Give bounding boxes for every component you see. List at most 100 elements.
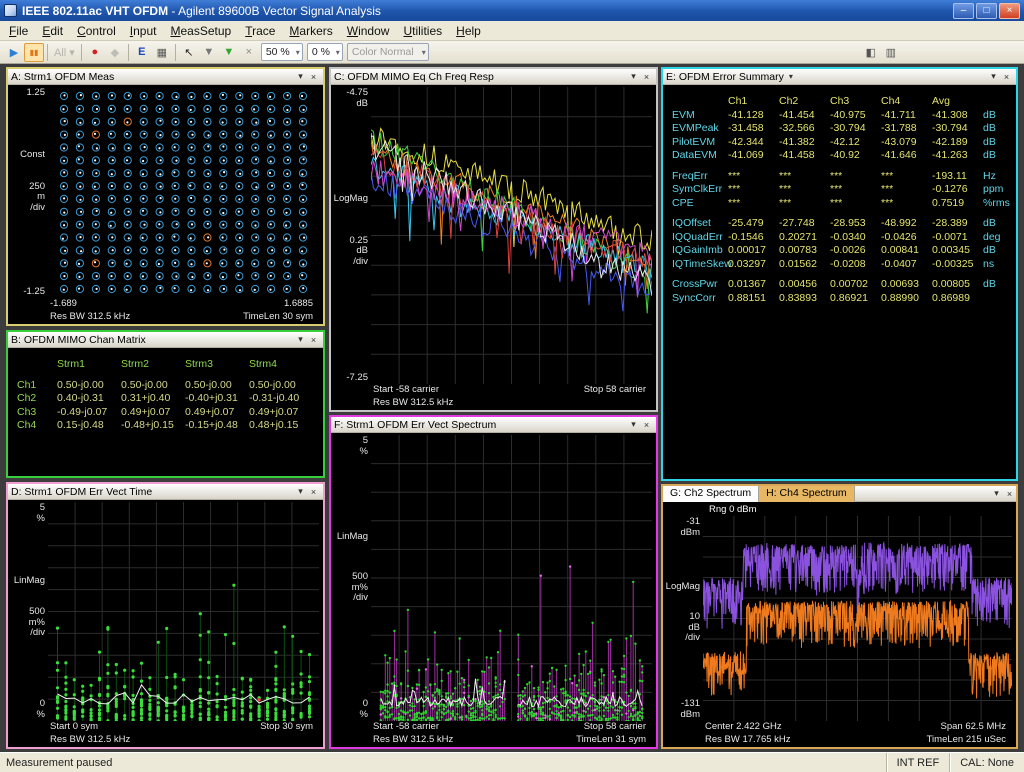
table-cell: -0.0208 <box>830 258 881 272</box>
tab-ch4-spectrum[interactable]: H: Ch4 Spectrum <box>759 486 855 502</box>
constellation-plot[interactable] <box>48 87 319 298</box>
menu-item-window[interactable]: Window <box>340 22 397 40</box>
table-cell: -0.1546 <box>728 231 779 245</box>
panel-b-titlebar[interactable]: B: OFDM MIMO Chan Matrix ▾ × <box>8 332 323 348</box>
marker-clear-button[interactable]: × <box>239 43 259 62</box>
table-cell: dB <box>983 149 1011 163</box>
spectrum-plot[interactable] <box>703 516 1012 721</box>
table-header-cell: Ch2 <box>779 95 830 109</box>
table-cell: 0.7519 <box>932 197 983 211</box>
table-cell: -41.382 <box>779 136 830 150</box>
layout-grid-button[interactable]: ▦ <box>152 43 172 62</box>
marker-peak-button[interactable]: ▼ <box>219 43 239 62</box>
x-axis-start-label: Start 0 sym <box>50 721 98 734</box>
panel-g-menu-icon[interactable]: ▾ <box>990 488 1003 499</box>
table-cell: 0.48+j0.15 <box>249 419 313 433</box>
table-cell: -0.15+j0.48 <box>185 419 249 433</box>
table-cell: IQQuadErr <box>672 231 728 245</box>
marker-move-button[interactable]: ▼ <box>199 43 219 62</box>
panel-c-menu-icon[interactable]: ▾ <box>627 71 640 82</box>
panel-d-title: D: Strm1 OFDM Err Vect Time <box>11 486 152 498</box>
menu-item-edit[interactable]: Edit <box>35 22 70 40</box>
menu-item-file[interactable]: File <box>2 22 35 40</box>
panel-c-close-icon[interactable]: × <box>640 72 653 82</box>
panel-d-close-icon[interactable]: × <box>307 487 320 497</box>
panel-c-titlebar[interactable]: C: OFDM MIMO Eq Ch Freq Resp ▾ × <box>331 69 656 85</box>
menu-item-control[interactable]: Control <box>70 22 123 40</box>
panel-ofdm-error-summary: E: OFDM Error Summary ▾ ▾ × Ch1Ch2Ch3Ch4… <box>661 67 1018 481</box>
menu-item-meassetup[interactable]: MeasSetup <box>163 22 238 40</box>
panel-a-titlebar[interactable]: A: Strm1 OFDM Meas ▾ × <box>8 69 323 85</box>
y-axis-format-label: Const <box>20 150 45 161</box>
panel-f-close-icon[interactable]: × <box>640 420 653 430</box>
table-cell: -0.48+j0.15 <box>121 419 185 433</box>
timelen-label: TimeLen 215 uSec <box>927 734 1006 747</box>
panel-d-titlebar[interactable]: D: Strm1 OFDM Err Vect Time ▾ × <box>8 484 323 500</box>
y-axis-max-label: 5 % <box>37 503 45 524</box>
table-cell: 0.00017 <box>728 244 779 258</box>
table-cell: FreqErr <box>672 170 728 184</box>
table-cell: -31.788 <box>881 122 932 136</box>
x-axis-start-label: -1.689 <box>50 298 77 311</box>
panel-strm1-ofdm-err-vect-time: D: Strm1 OFDM Err Vect Time ▾ × 5 % LinM… <box>6 482 325 749</box>
color-mode-combo[interactable]: Color Normal▾ <box>347 43 429 61</box>
play-button[interactable]: ▶ <box>4 43 24 62</box>
err-vect-spectrum-plot[interactable] <box>371 435 652 721</box>
panel-b-close-icon[interactable]: × <box>307 335 320 345</box>
panel-f-titlebar[interactable]: F: Strm1 OFDM Err Vect Spectrum ▾ × <box>331 417 656 433</box>
freq-resp-plot[interactable] <box>371 87 652 384</box>
y-axis-format-label: LogMag <box>334 194 368 205</box>
equalizer-button[interactable]: E <box>132 43 152 62</box>
table-cell: *** <box>830 197 881 211</box>
table-cell: dB <box>983 109 1011 123</box>
input-channel-all-dropdown[interactable]: All ▾ <box>51 43 78 62</box>
toolbar-separator <box>175 44 176 61</box>
table-header-cell: Avg <box>932 95 983 109</box>
pause-button[interactable]: ▮▮ <box>24 43 44 62</box>
panel-f-menu-icon[interactable]: ▾ <box>627 419 640 430</box>
panel-g-close-icon[interactable]: × <box>1003 489 1016 499</box>
app-window: IEEE 802.11ac VHT OFDM - Agilent 89600B … <box>0 0 1024 772</box>
x-axis-center-label: Center 2.422 GHz <box>705 721 782 734</box>
zoom-percent-combo[interactable]: 50 %▾ <box>261 43 303 61</box>
maximize-button[interactable]: □ <box>976 3 997 19</box>
autorange-button[interactable]: ◆ <box>105 43 125 62</box>
table-cell: 0.03297 <box>728 258 779 272</box>
panel-e-trace-dropdown-icon[interactable]: ▾ <box>789 72 793 81</box>
table-cell: *** <box>779 197 830 211</box>
minimize-button[interactable]: – <box>953 3 974 19</box>
panel-a-menu-icon[interactable]: ▾ <box>294 71 307 82</box>
res-bw-label: Res BW 312.5 kHz <box>50 734 130 747</box>
panel-e-menu-icon[interactable]: ▾ <box>987 71 1000 82</box>
panel-e-close-icon[interactable]: × <box>1000 72 1013 82</box>
panel-d-menu-icon[interactable]: ▾ <box>294 486 307 497</box>
res-bw-label: Res BW 312.5 kHz <box>373 397 453 410</box>
chan-matrix-table: Strm1Strm2Strm3Strm4Ch10.50-j0.000.50-j0… <box>8 350 323 433</box>
window-tile-button[interactable]: ▥ <box>881 43 901 62</box>
tab-ch2-spectrum[interactable]: G: Ch2 Spectrum <box>663 486 759 502</box>
panel-e-titlebar[interactable]: E: OFDM Error Summary ▾ ▾ × <box>663 69 1016 85</box>
close-button[interactable]: × <box>999 3 1020 19</box>
window-arrange-button[interactable]: ◧ <box>861 43 881 62</box>
panel-strm1-ofdm-meas: A: Strm1 OFDM Meas ▾ × 1.25 Const 250 m … <box>6 67 325 326</box>
table-cell: SymClkErr <box>672 183 728 197</box>
menu-item-input[interactable]: Input <box>123 22 164 40</box>
panel-a-close-icon[interactable]: × <box>307 72 320 82</box>
menu-item-markers[interactable]: Markers <box>282 22 339 40</box>
record-button[interactable]: ● <box>85 43 105 62</box>
table-cell: 0.00702 <box>830 278 881 292</box>
menu-item-utilities[interactable]: Utilities <box>396 22 449 40</box>
table-header-cell <box>17 358 57 372</box>
table-cell: -30.794 <box>830 122 881 136</box>
panel-g-titlebar: G: Ch2 Spectrum H: Ch4 Spectrum ▾ × <box>663 486 1016 502</box>
offset-percent-combo[interactable]: 0 %▾ <box>307 43 343 61</box>
menu-item-trace[interactable]: Trace <box>238 22 282 40</box>
err-vect-time-plot[interactable] <box>48 502 319 721</box>
select-cursor-button[interactable]: ↖ <box>179 43 199 62</box>
table-cell: 0.49+j0.07 <box>121 406 185 420</box>
menu-item-help[interactable]: Help <box>449 22 488 40</box>
table-cell: -0.0407 <box>881 258 932 272</box>
y-axis-min-label: 0 % <box>360 699 368 720</box>
table-cell: *** <box>830 183 881 197</box>
panel-b-menu-icon[interactable]: ▾ <box>294 334 307 345</box>
